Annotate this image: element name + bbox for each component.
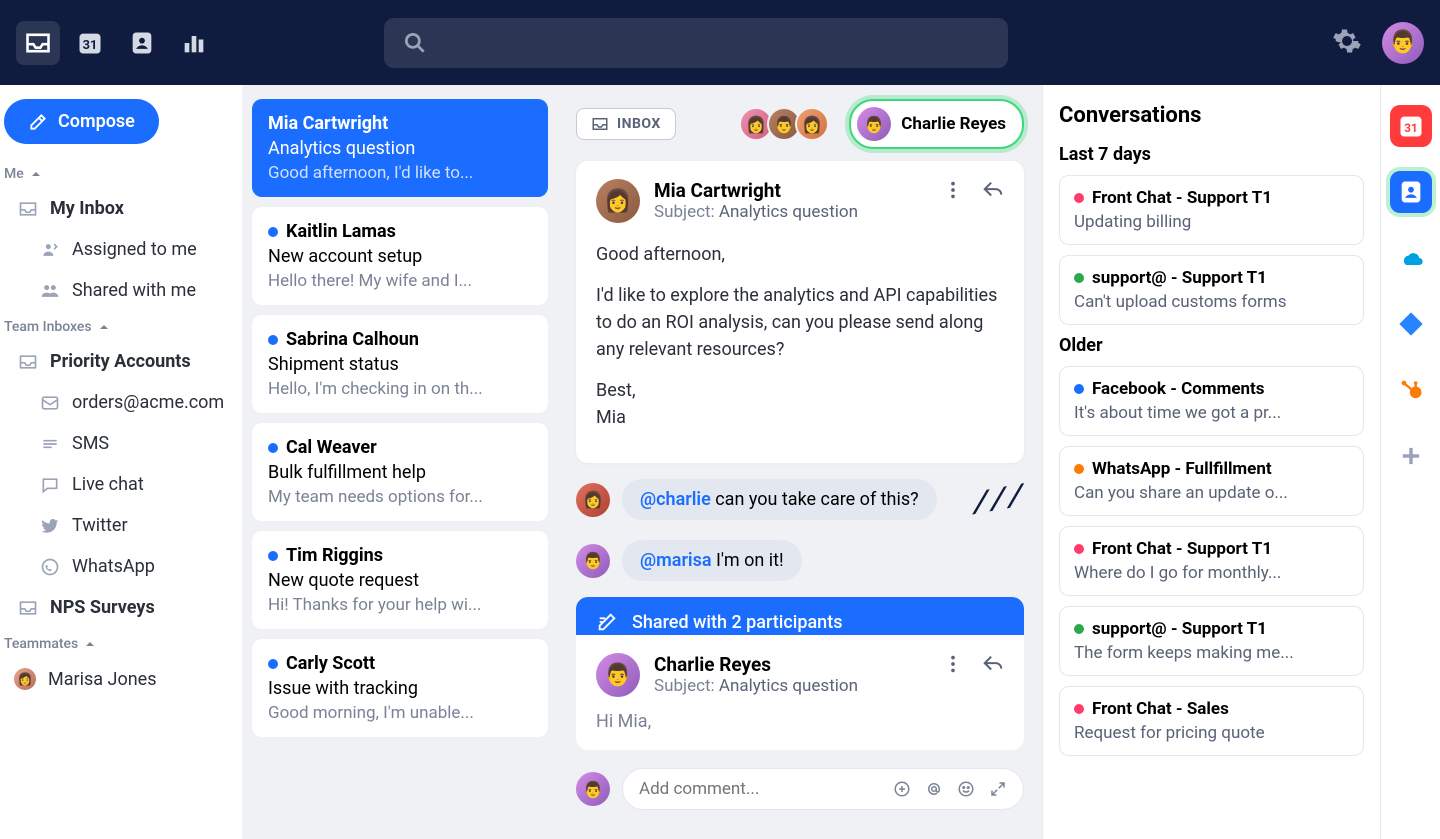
nav-analytics-icon[interactable] (172, 21, 216, 65)
mention-icon[interactable] (925, 780, 943, 798)
nav-twitter[interactable]: Twitter (0, 507, 234, 544)
rail-hubspot-icon[interactable] (1390, 369, 1432, 411)
nav-sms[interactable]: SMS (0, 425, 234, 462)
sender-avatar: 👩 (596, 179, 640, 223)
svg-text:31: 31 (83, 37, 98, 52)
reply-icon[interactable] (982, 653, 1004, 675)
nav-calendar-icon[interactable]: 31 (68, 21, 112, 65)
more-icon[interactable] (942, 179, 964, 201)
app-rail: 31 (1380, 85, 1440, 839)
reply-preview: Hi Mia, (596, 711, 1004, 732)
comment-bubble: @charlie can you take care of this? (622, 479, 937, 520)
section-teammates[interactable]: Teammates (0, 630, 234, 656)
rail-salesforce-icon[interactable] (1390, 237, 1432, 279)
message-body: Good afternoon, I'd like to explore the … (596, 241, 1004, 431)
section-me[interactable]: Me (0, 160, 234, 186)
conversation-card[interactable]: Sabrina CalhounShipment statusHello, I'm… (252, 315, 548, 413)
reply-from: Charlie Reyes (654, 653, 858, 676)
spark-icon: ⟋⟋⟋ (969, 478, 1027, 521)
comment-input[interactable] (622, 768, 1024, 810)
comment-bubble: @marisa I'm on it! (622, 540, 802, 581)
message-card: 👩 Mia Cartwright Subject: Analytics ques… (576, 161, 1024, 463)
conversation-card[interactable]: Cal WeaverBulk fulfillment helpMy team n… (252, 423, 548, 521)
reply-avatar: 👨 (596, 653, 640, 697)
conversation-card[interactable]: Mia CartwrightAnalytics questionGood aft… (252, 99, 548, 197)
nav-contacts-icon[interactable] (120, 21, 164, 65)
thread-panel: INBOX 👩 👨 👩 👨Charlie Reyes 👩 Mia Cartwri… (558, 85, 1042, 839)
compose-button[interactable]: Compose (4, 99, 159, 144)
top-bar: 31 👨 (0, 0, 1440, 85)
nav-my-inbox[interactable]: My Inbox (0, 190, 234, 227)
comment-row: 👩 @charlie can you take care of this? ⟋⟋… (576, 479, 1024, 520)
conversation-card[interactable]: Kaitlin LamasNew account setupHello ther… (252, 207, 548, 305)
related-conversation[interactable]: WhatsApp - FullfillmentCan you share an … (1059, 446, 1364, 516)
nav-nps[interactable]: NPS Surveys (0, 589, 234, 626)
svg-text:31: 31 (1404, 121, 1417, 135)
current-user-avatar: 👨 (576, 772, 610, 806)
comment-field[interactable] (639, 779, 893, 799)
reply-card: 👨 Charlie Reyes Subject: Analytics quest… (576, 635, 1024, 750)
rail-contacts-icon[interactable] (1390, 171, 1432, 213)
reply-subject: Subject: Analytics question (654, 676, 858, 696)
search-input[interactable] (384, 18, 1008, 68)
related-conversation[interactable]: Front Chat - Support T1Where do I go for… (1059, 526, 1364, 596)
rail-calendar-icon[interactable]: 31 (1390, 105, 1432, 147)
reply-icon[interactable] (982, 179, 1004, 201)
message-subject: Subject: Analytics question (654, 202, 858, 222)
compose-label: Compose (58, 111, 135, 132)
add-icon[interactable] (893, 780, 911, 798)
related-conversation[interactable]: Facebook - CommentsIt's about time we go… (1059, 366, 1364, 436)
comment-row: 👨 @marisa I'm on it! (576, 540, 1024, 581)
inbox-pill[interactable]: INBOX (576, 108, 676, 140)
rail-jira-icon[interactable] (1390, 303, 1432, 345)
nav-assigned[interactable]: Assigned to me (0, 231, 234, 268)
nav-whatsapp[interactable]: WhatsApp (0, 548, 234, 585)
rp-section: Last 7 days (1059, 144, 1364, 165)
watchers: 👩 👨 👩 (745, 107, 829, 141)
panel-title: Conversations (1059, 103, 1364, 128)
sidebar: Compose Me My Inbox Assigned to me Share… (0, 85, 242, 839)
related-conversation[interactable]: Front Chat - SalesRequest for pricing qu… (1059, 686, 1364, 756)
rail-add-icon[interactable] (1390, 435, 1432, 477)
rp-section: Older (1059, 335, 1364, 356)
nav-inbox-icon[interactable] (16, 21, 60, 65)
comment-avatar: 👩 (576, 483, 610, 517)
nav-orders[interactable]: orders@acme.com (0, 384, 234, 421)
nav-shared[interactable]: Shared with me (0, 272, 234, 309)
nav-teammate-marisa[interactable]: 👩Marisa Jones (0, 660, 234, 698)
expand-icon[interactable] (989, 780, 1007, 798)
conversation-card[interactable]: Carly ScottIssue with trackingGood morni… (252, 639, 548, 737)
right-panel: Conversations Last 7 days Front Chat - S… (1042, 85, 1380, 839)
related-conversation[interactable]: Front Chat - Support T1Updating billing (1059, 175, 1364, 245)
related-conversation[interactable]: support@ - Support T1The form keeps maki… (1059, 606, 1364, 676)
related-conversation[interactable]: support@ - Support T1Can't upload custom… (1059, 255, 1364, 325)
conversation-list: Mia CartwrightAnalytics questionGood aft… (242, 85, 558, 839)
more-icon[interactable] (942, 653, 964, 675)
comment-avatar: 👨 (576, 544, 610, 578)
nav-livechat[interactable]: Live chat (0, 466, 234, 503)
conversation-card[interactable]: Tim RigginsNew quote requestHi! Thanks f… (252, 531, 548, 629)
settings-icon[interactable] (1332, 26, 1362, 60)
assignee-pill[interactable]: 👨Charlie Reyes (849, 99, 1024, 149)
nav-priority[interactable]: Priority Accounts (0, 343, 234, 380)
emoji-icon[interactable] (957, 780, 975, 798)
watcher-avatar[interactable]: 👩 (795, 107, 829, 141)
user-avatar[interactable]: 👨 (1382, 22, 1424, 64)
section-team[interactable]: Team Inboxes (0, 313, 234, 339)
message-from: Mia Cartwright (654, 179, 858, 202)
